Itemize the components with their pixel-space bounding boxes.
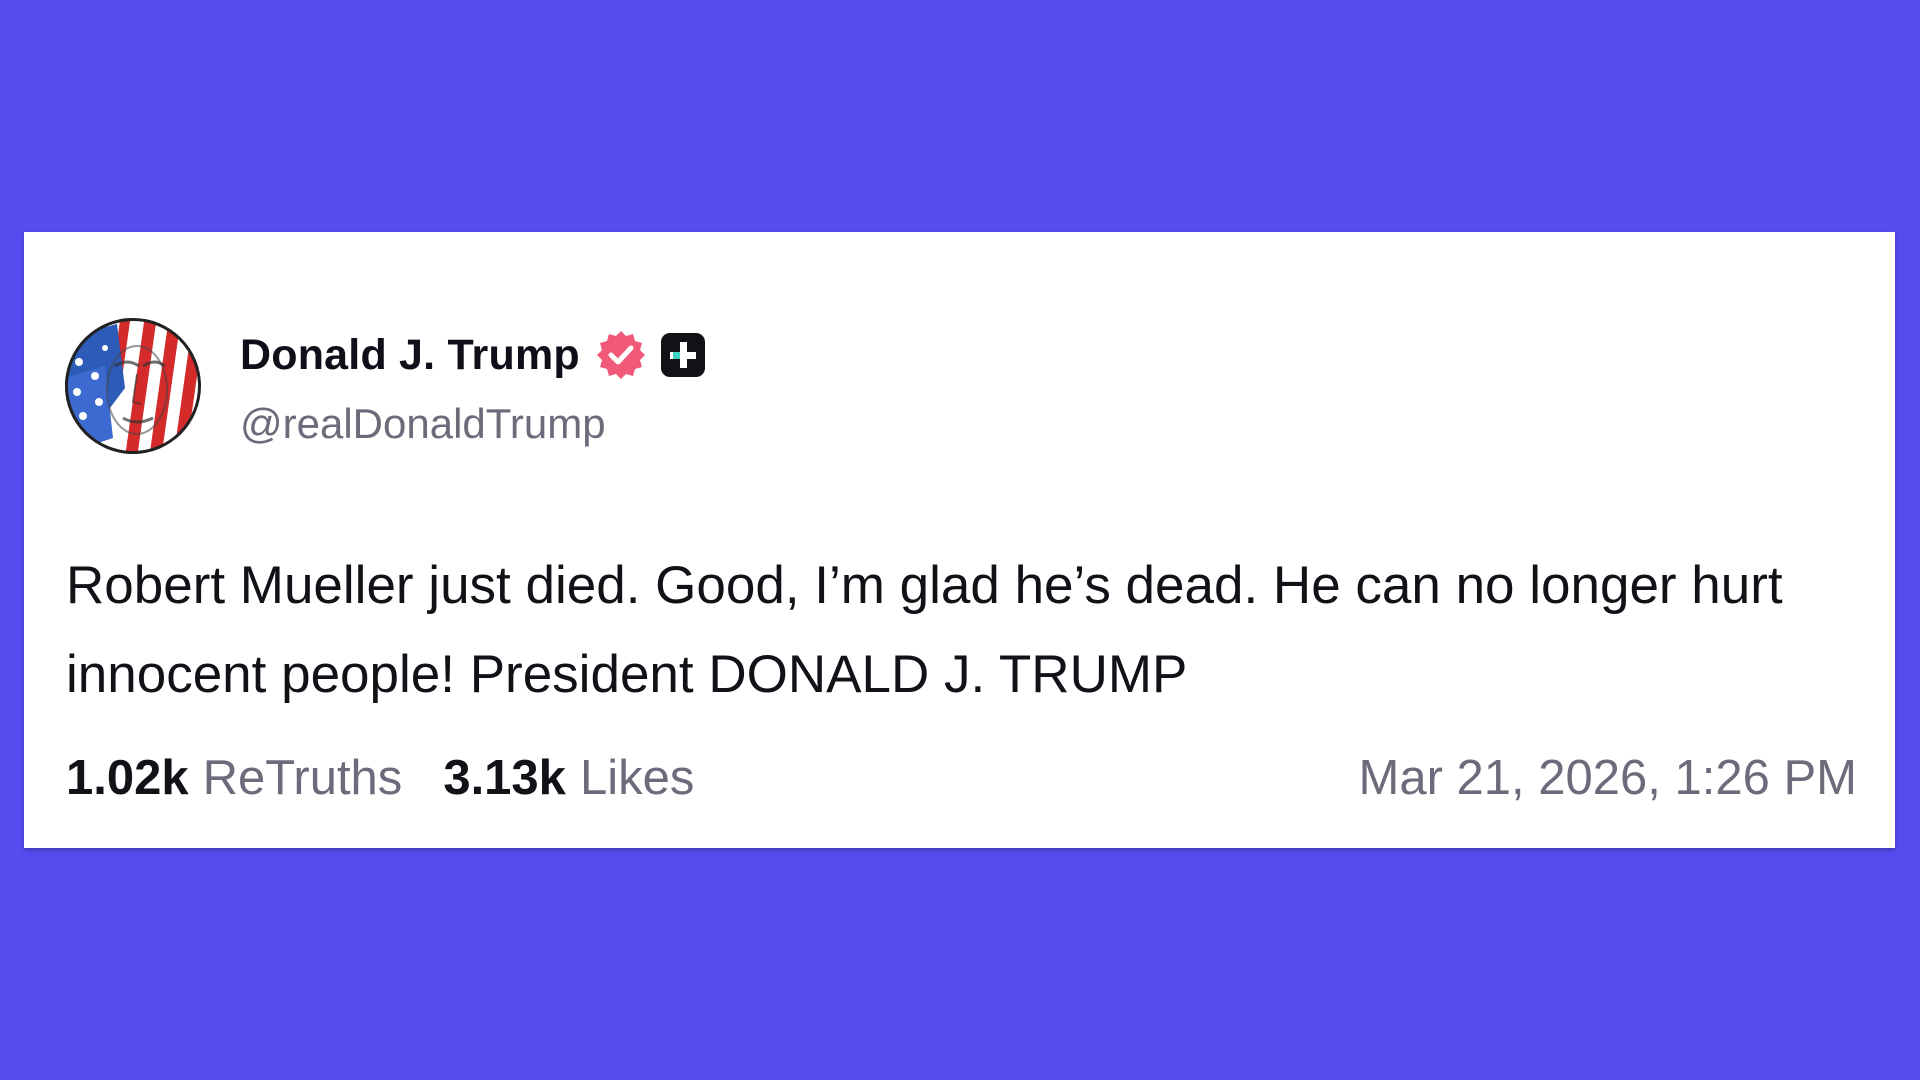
avatar[interactable]	[65, 318, 201, 454]
author-name-row: Donald J. Trump	[240, 327, 707, 383]
retruths-label: ReTruths	[202, 751, 403, 805]
likes-label: Likes	[579, 751, 695, 805]
retruths-count: 1.02k	[66, 751, 189, 805]
post-stats: 1.02k ReTruths 3.13k Likes	[66, 750, 694, 806]
plus-badge-icon	[660, 333, 705, 377]
post-timestamp[interactable]: Mar 21, 2026, 1:26 PM	[1359, 750, 1857, 806]
author-handle[interactable]: @realDonaldTrump	[240, 400, 606, 448]
post-card: Donald J. Trump @realDonaldTrump Robert …	[24, 232, 1895, 848]
avatar-image	[65, 318, 201, 454]
author-display-name[interactable]: Donald J. Trump	[240, 331, 580, 380]
likes-count: 3.13k	[443, 751, 566, 805]
retruths-stat[interactable]: 1.02k ReTruths	[66, 750, 402, 806]
likes-stat[interactable]: 3.13k Likes	[443, 750, 694, 806]
verified-check-icon	[596, 331, 645, 379]
post-body-text: Robert Mueller just died. Good, I’m glad…	[66, 556, 1783, 704]
